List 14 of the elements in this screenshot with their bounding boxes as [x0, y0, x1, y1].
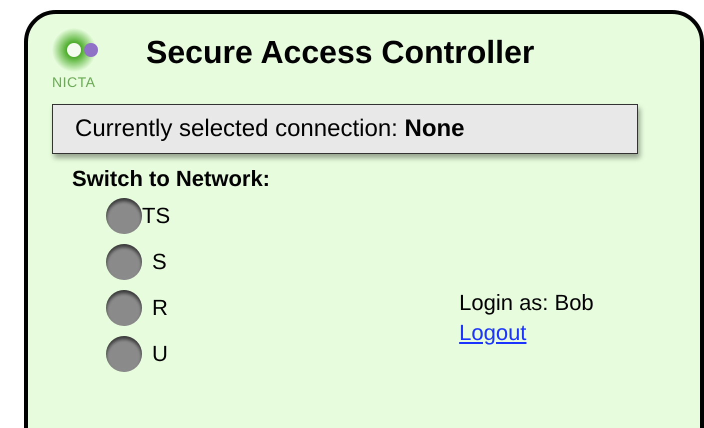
- network-label: TS: [142, 203, 170, 229]
- app-title: Secure Access Controller: [146, 34, 534, 71]
- radio-button[interactable]: [106, 290, 142, 326]
- logo-text: NICTA: [52, 74, 96, 90]
- radio-button[interactable]: [106, 244, 142, 280]
- connection-status: Currently selected connection: None: [52, 104, 638, 154]
- radio-button[interactable]: [106, 336, 142, 372]
- logout-link[interactable]: Logout: [459, 320, 526, 345]
- network-label: S: [152, 249, 167, 275]
- network-heading: Switch to Network:: [72, 166, 270, 192]
- network-label: U: [152, 341, 168, 367]
- network-label: R: [152, 295, 168, 321]
- login-text: Login as: Bob: [459, 289, 594, 317]
- radio-button[interactable]: [106, 198, 142, 234]
